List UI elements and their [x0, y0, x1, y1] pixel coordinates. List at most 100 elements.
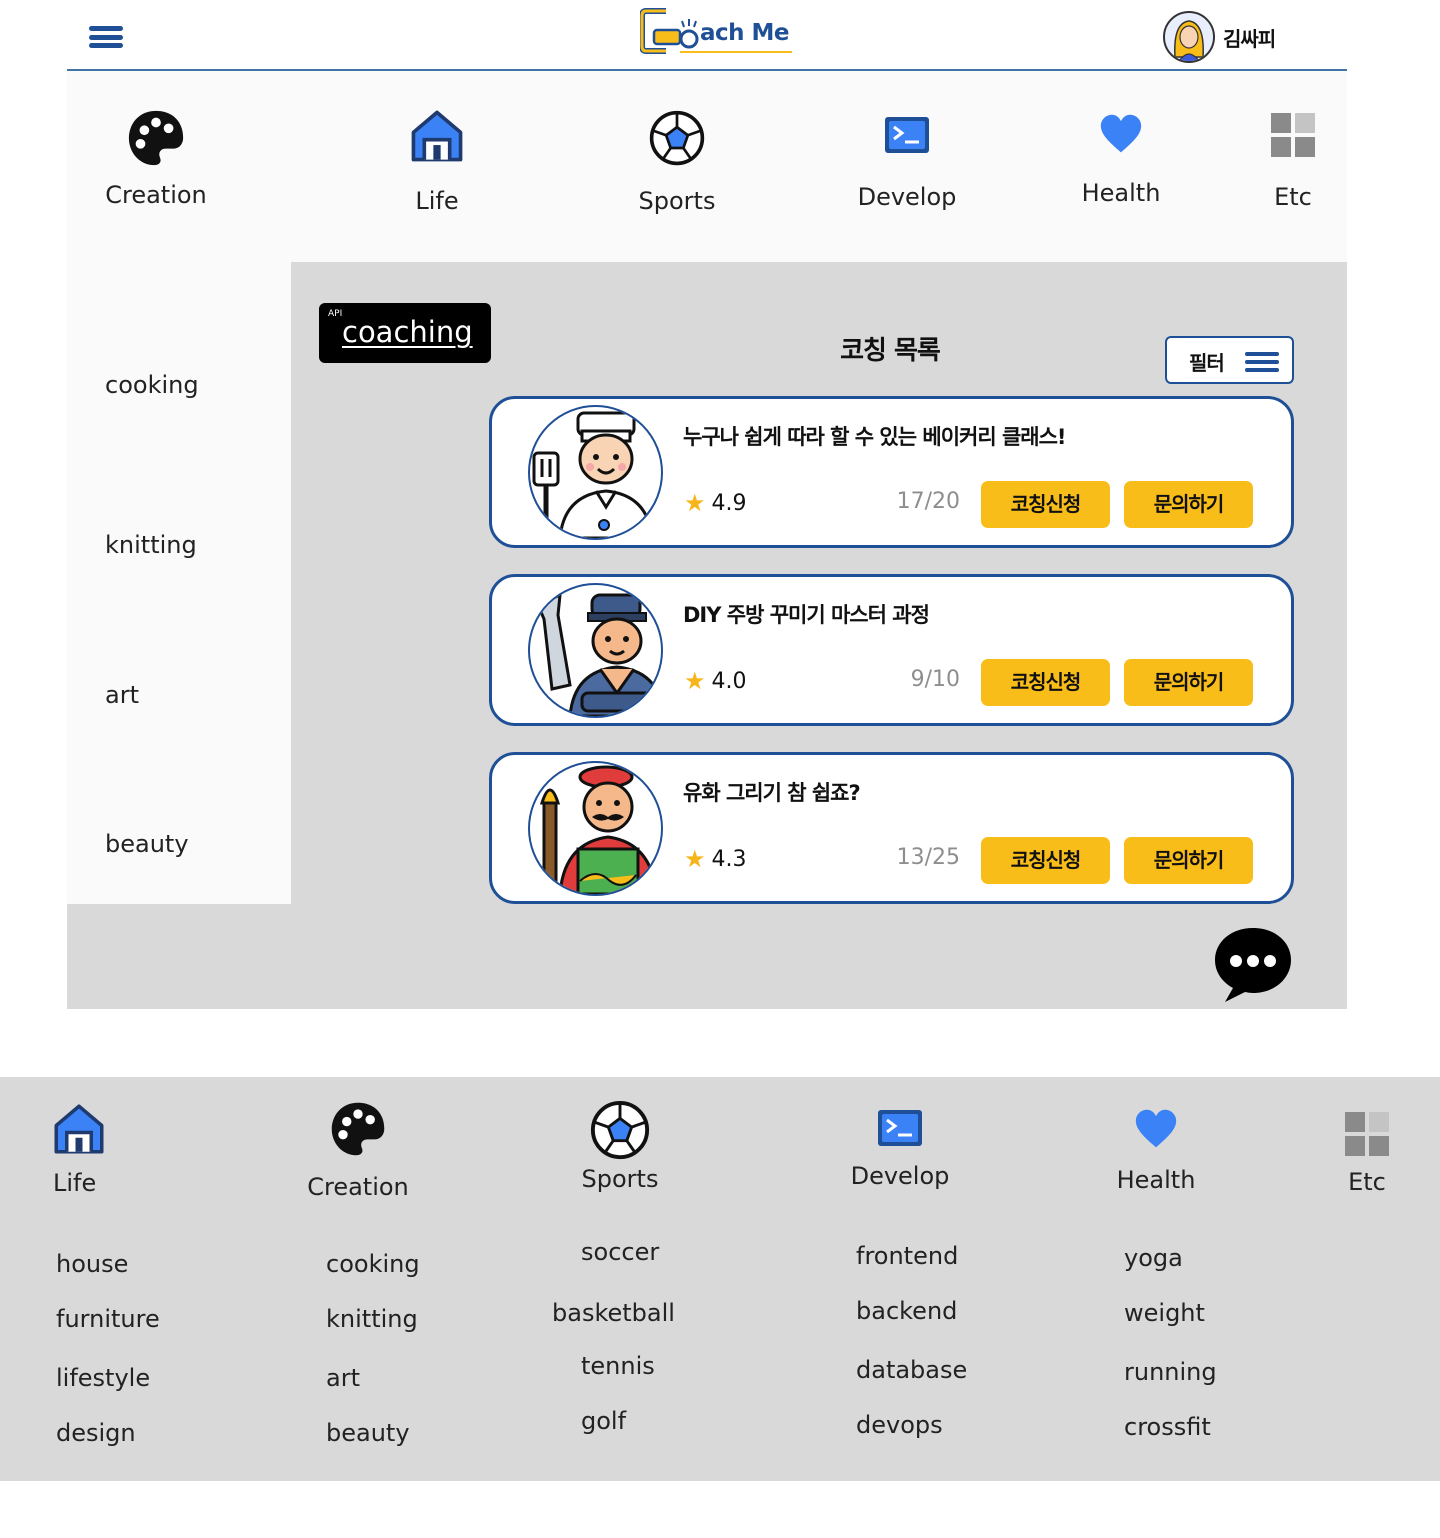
rating-value: 4.9: [711, 490, 747, 516]
footer-link-soccer[interactable]: soccer: [581, 1238, 659, 1266]
card-capacity: 17/20: [896, 489, 960, 514]
coaching-card[interactable]: 누구나 쉽게 따라 할 수 있는 베이커리 클래스! ★ 4.9 17/20 코…: [489, 396, 1294, 548]
footer-category-label: Sports: [581, 1165, 659, 1193]
footer-link-tennis[interactable]: tennis: [581, 1352, 655, 1380]
logo-wordmark: ach Me: [700, 20, 790, 46]
category-develop[interactable]: Develop: [851, 115, 963, 211]
footer-link-golf[interactable]: golf: [581, 1407, 626, 1435]
footer-link-art[interactable]: art: [326, 1364, 360, 1392]
card-rating: ★ 4.9: [684, 489, 747, 517]
heart-icon: [1135, 1109, 1177, 1148]
card-rating: ★ 4.3: [684, 845, 747, 873]
terminal-icon: [878, 1110, 922, 1146]
category-sports[interactable]: Sports: [627, 109, 727, 215]
footer-category-label: Health: [1116, 1166, 1196, 1194]
house-icon: [411, 110, 463, 162]
apply-coaching-button[interactable]: 코칭신청: [981, 481, 1110, 528]
palette-icon: [128, 110, 184, 166]
coaching-api-chip[interactable]: API coaching: [319, 303, 491, 363]
category-label: Sports: [638, 187, 716, 215]
card-title: DIY 주방 꾸미기 마스터 과정: [683, 603, 930, 627]
footer-link-backend[interactable]: backend: [856, 1297, 957, 1325]
footer-category-label: Life: [53, 1169, 97, 1197]
filter-menu-icon: [1245, 352, 1279, 372]
menu-icon[interactable]: [89, 26, 123, 48]
inquiry-button[interactable]: 문의하기: [1124, 837, 1253, 884]
category-label: Creation: [105, 181, 207, 209]
grid-icon: [1271, 113, 1315, 157]
footer-link-yoga[interactable]: yoga: [1124, 1244, 1183, 1272]
apply-coaching-button[interactable]: 코칭신청: [981, 659, 1110, 706]
category-label: Etc: [1274, 183, 1312, 211]
category-label: Life: [415, 187, 459, 215]
footer-sitemap: Life house furniture lifestyle design Cr…: [0, 1077, 1440, 1481]
footer-link-running[interactable]: running: [1124, 1358, 1217, 1386]
footer-link-design[interactable]: design: [56, 1419, 136, 1447]
coaching-chip-label: coaching: [342, 315, 473, 349]
coaching-card[interactable]: 유화 그리기 참 쉽죠? ★ 4.3 13/25 코칭신청 문의하기: [489, 752, 1294, 904]
footer-category-label: Etc: [1348, 1168, 1386, 1196]
footer-link-devops[interactable]: devops: [856, 1411, 943, 1439]
rating-value: 4.0: [711, 668, 747, 694]
category-etc[interactable]: Etc: [1261, 113, 1325, 211]
logo[interactable]: Coach Me ach Me: [639, 6, 800, 58]
soccer-ball-icon: [649, 110, 705, 166]
apply-coaching-button[interactable]: 코칭신청: [981, 837, 1110, 884]
category-bar: Creation Life Sports Develop Health Etc: [67, 71, 1347, 262]
star-icon: ★: [684, 489, 706, 517]
footer-link-database[interactable]: database: [856, 1356, 967, 1384]
footer-category-creation[interactable]: Creation: [302, 1099, 414, 1201]
card-capacity: 13/25: [896, 845, 960, 870]
footer-category-etc[interactable]: Etc: [1336, 1112, 1398, 1196]
chef-avatar: [528, 405, 663, 540]
sidebar: cooking knitting art beauty: [67, 262, 291, 904]
user-name: 김싸피: [1223, 26, 1276, 51]
page-title: 코칭 목록: [840, 336, 941, 366]
sidebar-item-cooking[interactable]: cooking: [105, 371, 199, 399]
heart-icon: [1100, 114, 1142, 153]
inquiry-button[interactable]: 문의하기: [1124, 481, 1253, 528]
coaching-card[interactable]: DIY 주방 꾸미기 마스터 과정 ★ 4.0 9/10 코칭신청 문의하기: [489, 574, 1294, 726]
user-avatar: [1163, 11, 1215, 63]
footer-link-lifestyle[interactable]: lifestyle: [56, 1364, 150, 1392]
footer-link-house[interactable]: house: [56, 1250, 128, 1278]
category-life[interactable]: Life: [389, 107, 485, 215]
user-profile[interactable]: 김싸피: [1163, 11, 1276, 63]
category-health[interactable]: Health: [1071, 113, 1171, 207]
inquiry-button[interactable]: 문의하기: [1124, 659, 1253, 706]
footer-category-health[interactable]: Health: [1106, 1108, 1206, 1194]
coaching-list-panel-extension: [67, 904, 291, 1009]
footer-link-cooking[interactable]: cooking: [326, 1250, 420, 1278]
footer-link-frontend[interactable]: frontend: [856, 1242, 958, 1270]
house-icon: [54, 1104, 104, 1154]
sidebar-item-beauty[interactable]: beauty: [105, 830, 189, 858]
category-creation[interactable]: Creation: [97, 107, 215, 209]
footer-category-develop[interactable]: Develop: [844, 1108, 956, 1190]
chat-bubble-icon[interactable]: [1213, 926, 1293, 1004]
footer-link-basketball[interactable]: basketball: [552, 1299, 675, 1327]
footer-category-sports[interactable]: Sports: [570, 1099, 670, 1193]
footer-link-weight[interactable]: weight: [1124, 1299, 1205, 1327]
terminal-icon: [885, 117, 929, 153]
sidebar-item-art[interactable]: art: [105, 681, 139, 709]
rating-value: 4.3: [711, 846, 747, 872]
footer-category-label: Creation: [307, 1173, 409, 1201]
star-icon: ★: [684, 667, 706, 695]
soccer-ball-icon: [590, 1100, 650, 1160]
footer-link-beauty[interactable]: beauty: [326, 1419, 410, 1447]
footer-link-furniture[interactable]: furniture: [56, 1305, 160, 1333]
filter-label: 필터: [1189, 351, 1225, 375]
grid-icon: [1345, 1112, 1389, 1156]
painter-avatar: [528, 761, 663, 896]
footer-link-knitting[interactable]: knitting: [326, 1305, 418, 1333]
palette-icon: [331, 1102, 385, 1156]
category-label: Develop: [857, 183, 957, 211]
card-title: 유화 그리기 참 쉽죠?: [683, 781, 861, 805]
category-label: Health: [1081, 179, 1161, 207]
footer-category-life[interactable]: Life: [44, 1101, 114, 1197]
sidebar-item-knitting[interactable]: knitting: [105, 531, 197, 559]
footer-category-label: Develop: [850, 1162, 950, 1190]
card-title: 누구나 쉽게 따라 할 수 있는 베이커리 클래스!: [683, 425, 1067, 449]
footer-link-crossfit[interactable]: crossfit: [1124, 1413, 1211, 1441]
filter-button[interactable]: 필터: [1165, 336, 1294, 384]
